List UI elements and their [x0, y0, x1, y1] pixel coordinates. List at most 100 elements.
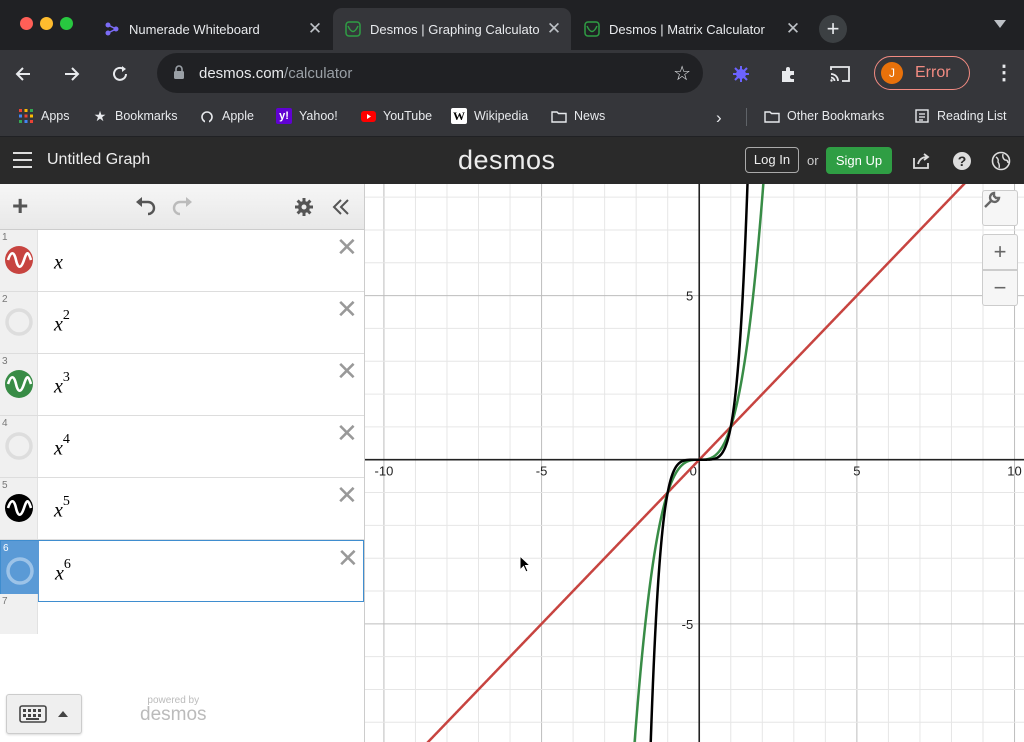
zoom-in-button[interactable]: + [982, 234, 1018, 270]
extensions-puzzle-icon[interactable] [775, 60, 803, 88]
folder-icon [551, 108, 567, 124]
help-icon[interactable]: ? [951, 150, 973, 172]
bookmarks-bar: Apps ★ Bookmarks Apple y! Yahoo! YouTube… [0, 97, 1024, 137]
delete-expression-icon[interactable]: ✕ [336, 420, 358, 446]
tab-title: Desmos | Graphing Calculato [370, 21, 540, 37]
graph-paper[interactable]: -10 -5 0 5 10 5 -5 + − [365, 184, 1024, 742]
graph-settings-wrench-icon[interactable] [982, 190, 1018, 226]
undo-icon[interactable] [134, 196, 158, 216]
expression-input[interactable]: x2 [54, 308, 70, 337]
wikipedia-icon: W [451, 108, 467, 124]
expression-row[interactable]: 1 x ✕ [0, 230, 364, 292]
delete-expression-icon[interactable]: ✕ [336, 234, 358, 260]
hamburger-menu-icon[interactable] [13, 152, 32, 173]
more-options-icon[interactable]: ⋮ [994, 62, 1014, 84]
expression-row[interactable]: 3 x3 ✕ [0, 354, 364, 416]
close-tab-icon[interactable]: ✕ [782, 19, 804, 39]
delete-expression-icon[interactable]: ✕ [336, 482, 358, 508]
expression-gutter[interactable]: 5 [0, 478, 38, 539]
yahoo-icon: y! [276, 108, 292, 124]
profile-error-button[interactable]: J Error [874, 56, 970, 90]
expression-input[interactable]: x4 [54, 432, 70, 461]
graph-visible-toggle-icon[interactable] [4, 245, 34, 275]
reload-button[interactable] [105, 59, 135, 89]
expression-toolbar: + [0, 184, 364, 230]
expression-input[interactable]: x5 [54, 494, 70, 523]
log-in-button[interactable]: Log In [745, 147, 799, 173]
zoom-out-button[interactable]: − [982, 270, 1018, 306]
expression-gutter[interactable]: 4 [0, 416, 38, 477]
bookmark-news[interactable]: News [551, 108, 605, 124]
bookmark-youtube[interactable]: YouTube [360, 108, 432, 124]
graph-visible-toggle-icon[interactable] [4, 369, 34, 399]
share-icon[interactable] [911, 150, 933, 172]
bookmark-star-icon[interactable]: ☆ [673, 61, 691, 86]
avatar: J [881, 62, 903, 84]
settings-gear-icon[interactable] [294, 197, 314, 217]
expression-input[interactable]: x6 [55, 557, 71, 586]
keypad-toggle-button[interactable] [6, 694, 82, 734]
keyboard-icon [19, 705, 47, 723]
graph-visible-toggle-icon[interactable] [4, 493, 34, 523]
x-tick-label: -10 [375, 464, 394, 479]
add-item-button[interactable]: + [12, 192, 28, 220]
expression-input[interactable]: x [54, 250, 63, 275]
bookmark-yahoo[interactable]: y! Yahoo! [276, 108, 338, 124]
sign-up-button[interactable]: Sign Up [826, 147, 892, 174]
forward-button[interactable] [57, 59, 87, 89]
expression-row[interactable]: 4 x4 ✕ [0, 416, 364, 478]
cast-icon[interactable] [826, 60, 854, 88]
collapse-panel-icon[interactable] [332, 198, 350, 216]
expression-input[interactable]: x3 [54, 370, 70, 399]
tab-desmos-matrix[interactable]: Desmos | Matrix Calculator ✕ [572, 8, 810, 50]
address-bar[interactable]: desmos.com/calculator ☆ [157, 53, 703, 93]
back-button[interactable] [8, 59, 38, 89]
chevron-right-icon[interactable]: › [716, 108, 722, 128]
tab-desmos-graphing[interactable]: Desmos | Graphing Calculato ✕ [333, 8, 571, 50]
reload-icon [113, 66, 127, 81]
graph-hidden-toggle-icon[interactable] [4, 431, 34, 461]
tab-numerade[interactable]: Numerade Whiteboard ✕ [92, 8, 332, 50]
desmos-icon [345, 21, 361, 37]
graph-canvas[interactable]: -10 -5 0 5 105-5 [365, 184, 1024, 742]
apps-grid-icon [18, 108, 34, 124]
graph-title[interactable]: Untitled Graph [47, 151, 150, 169]
close-window-button[interactable] [20, 17, 33, 30]
bookmark-apple[interactable]: Apple [199, 108, 254, 124]
maximize-window-button[interactable] [60, 17, 73, 30]
close-tab-icon[interactable]: ✕ [304, 19, 326, 39]
tab-strip: Numerade Whiteboard ✕ Desmos | Graphing … [0, 0, 1024, 50]
mouse-cursor-icon [519, 555, 531, 573]
graph-hidden-toggle-icon[interactable] [5, 556, 35, 586]
bookmark-other-bookmarks[interactable]: Other Bookmarks [764, 108, 884, 124]
delete-expression-icon[interactable]: ✕ [336, 296, 358, 322]
extension-puzzle-alt-icon[interactable] [727, 60, 755, 88]
delete-expression-icon[interactable]: ✕ [336, 358, 358, 384]
reading-list[interactable]: Reading List [914, 108, 1007, 124]
expression-gutter[interactable]: 6 [1, 541, 39, 601]
new-tab-button[interactable]: + [819, 15, 847, 43]
bookmark-wikipedia[interactable]: W Wikipedia [451, 108, 528, 124]
expression-row[interactable]: 5 x5 ✕ [0, 478, 364, 540]
delete-expression-icon[interactable]: ✕ [337, 545, 359, 571]
caret-up-icon [58, 711, 68, 717]
desmos-header: Untitled Graph desmos Log In or Sign Up … [0, 137, 1024, 184]
or-label: or [807, 153, 819, 168]
numerade-icon [104, 21, 120, 37]
close-tab-icon[interactable]: ✕ [543, 19, 565, 39]
minimize-window-button[interactable] [40, 17, 53, 30]
expression-gutter[interactable]: 1 [0, 230, 38, 291]
expression-row[interactable]: 6 x6 ✕ [0, 540, 364, 602]
desmos-icon [584, 21, 600, 37]
graph-hidden-toggle-icon[interactable] [4, 307, 34, 337]
expression-row[interactable]: 2 x2 ✕ [0, 292, 364, 354]
bookmark-bookmarks[interactable]: ★ Bookmarks [92, 108, 178, 124]
expression-gutter[interactable]: 3 [0, 354, 38, 415]
redo-icon[interactable] [170, 196, 194, 216]
tab-search-icon[interactable] [994, 20, 1006, 28]
globe-icon[interactable] [990, 150, 1012, 172]
empty-expression-row[interactable]: 7 [0, 594, 38, 634]
bookmark-apps[interactable]: Apps [18, 108, 70, 124]
expression-gutter[interactable]: 2 [0, 292, 38, 353]
browser-window: Numerade Whiteboard ✕ Desmos | Graphing … [0, 0, 1024, 742]
